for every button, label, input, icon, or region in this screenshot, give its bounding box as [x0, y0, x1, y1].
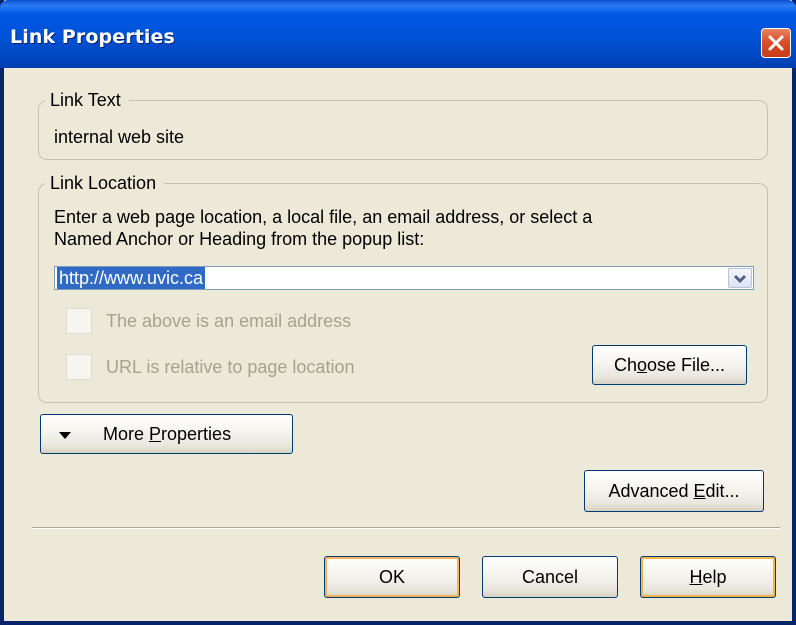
choose-file-label-post: ose File... [647, 355, 726, 375]
url-combobox[interactable]: http://www.uvic.ca [54, 266, 754, 290]
advanced-edit-label-post: dit... [705, 481, 740, 501]
relative-url-checkbox-label: URL is relative to page location [106, 357, 355, 377]
link-properties-dialog: Link Properties Link Text internal web s… [0, 0, 796, 625]
title-bar[interactable]: Link Properties [0, 0, 796, 68]
help-label-post: elp [702, 567, 727, 587]
email-checkbox[interactable] [66, 308, 92, 334]
window-title: Link Properties [10, 26, 175, 48]
url-input[interactable]: http://www.uvic.ca [57, 267, 206, 289]
ok-label: OK [378, 567, 405, 587]
cancel-label: Cancel [521, 567, 579, 587]
advanced-edit-button[interactable]: Advanced Edit... [584, 470, 764, 512]
link-text-value: internal web site [54, 127, 185, 147]
link-location-legend: Link Location [45, 172, 165, 194]
more-properties-label-pre: More [103, 424, 150, 444]
help-button[interactable]: Help [640, 556, 776, 598]
advanced-edit-label-key: E [693, 481, 706, 501]
ok-button[interactable]: OK [324, 556, 460, 598]
triangle-down-icon [59, 432, 71, 439]
email-checkbox-label: The above is an email address [106, 311, 352, 331]
chevron-down-icon [733, 268, 747, 289]
choose-file-button[interactable]: Choose File... [592, 345, 747, 385]
help-label-key: H [689, 567, 703, 587]
link-text-legend: Link Text [45, 89, 129, 111]
cancel-button[interactable]: Cancel [482, 556, 618, 598]
instructions-line-2: Named Anchor or Heading from the popup l… [54, 229, 425, 249]
instructions-line-1: Enter a web page location, a local file,… [54, 207, 593, 227]
more-properties-label-key: P [149, 424, 162, 444]
advanced-edit-label-pre: Advanced [608, 481, 694, 501]
url-dropdown-button[interactable] [728, 268, 752, 288]
close-button[interactable] [761, 28, 791, 58]
choose-file-label-key: o [636, 355, 647, 375]
more-properties-label-post: roperties [161, 424, 232, 444]
choose-file-label-pre: Ch [613, 355, 637, 375]
footer-separator [32, 527, 780, 529]
close-icon [767, 34, 785, 52]
relative-url-checkbox[interactable] [66, 354, 92, 380]
more-properties-button[interactable]: More Properties [40, 414, 293, 454]
